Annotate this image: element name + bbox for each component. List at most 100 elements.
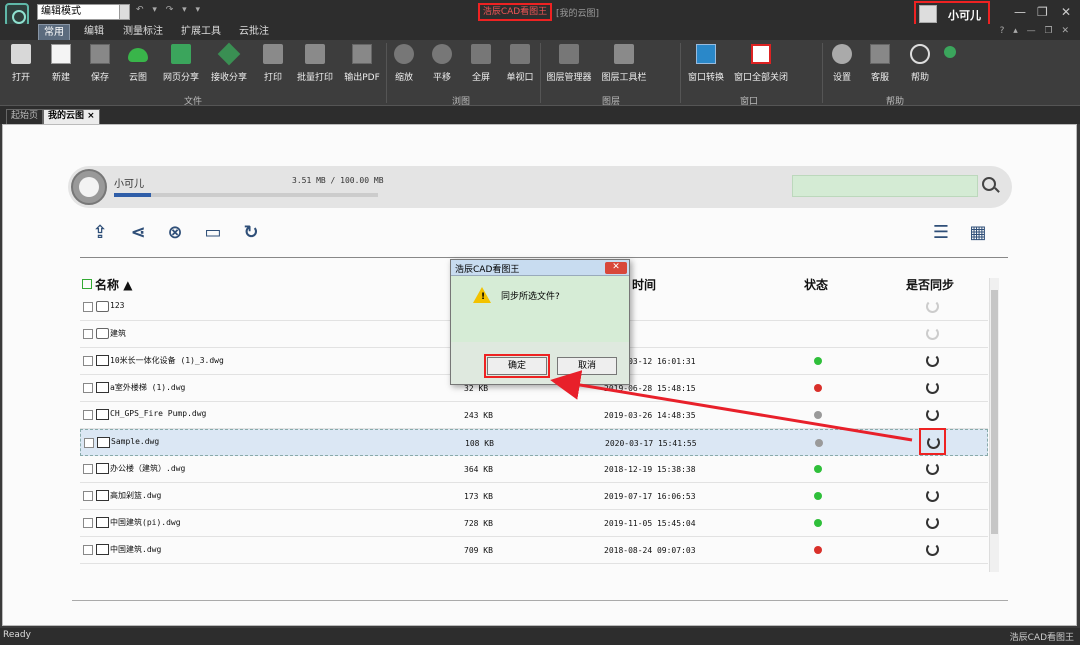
row-checkbox[interactable]: [83, 491, 93, 501]
row-checkbox[interactable]: [84, 438, 94, 448]
table-row[interactable]: 中国建筑.dwg 709 KB 2018-08-24 09:07:03: [80, 537, 988, 564]
file-name[interactable]: 中国建筑(pi).dwg: [110, 517, 181, 528]
table-row[interactable]: 中国建筑(pi).dwg 728 KB 2019-11-05 15:45:04: [80, 510, 988, 537]
settings-button[interactable]: 设置: [828, 44, 856, 83]
row-checkbox[interactable]: [83, 545, 93, 555]
mode-select[interactable]: 编辑模式: [37, 4, 130, 20]
layer-toolbar-button[interactable]: 图层工具栏: [600, 44, 648, 83]
tab-my-cloud[interactable]: 我的云图 ×: [43, 109, 100, 124]
tab-measure[interactable]: 测量标注: [118, 24, 168, 40]
share-icon[interactable]: ⋖: [127, 222, 149, 244]
table-row[interactable]: 高加剁篮.dwg 173 KB 2019-07-17 16:06:53: [80, 483, 988, 510]
restore-button[interactable]: ❐: [1037, 5, 1048, 19]
layer-manager-button[interactable]: 图层管理器: [545, 44, 593, 83]
support-button[interactable]: 客服: [866, 44, 894, 83]
sync-icon[interactable]: [926, 543, 939, 556]
dialog-close-button[interactable]: ✕: [605, 262, 627, 274]
table-row[interactable]: Sample.dwg 108 KB 2020-03-17 15:41:55: [80, 429, 988, 456]
list-view-icon[interactable]: ☰: [930, 222, 952, 244]
sync-icon[interactable]: [926, 462, 939, 475]
upload-icon[interactable]: ⇪: [89, 222, 111, 244]
minimize-button[interactable]: —: [1014, 5, 1026, 19]
print-button[interactable]: 打印: [258, 44, 288, 83]
file-name[interactable]: 建筑: [110, 328, 126, 339]
row-checkbox[interactable]: [83, 518, 93, 528]
select-all-checkbox[interactable]: [82, 279, 92, 289]
file-date: 2018-12-19 15:38:38: [604, 465, 696, 474]
delete-icon[interactable]: ⊗: [164, 222, 186, 244]
row-checkbox[interactable]: [83, 464, 93, 474]
cancel-button[interactable]: 取消: [557, 357, 617, 375]
single-view-button[interactable]: 单视口: [503, 44, 537, 83]
sync-icon[interactable]: [926, 381, 939, 394]
file-name[interactable]: 办公楼（建筑）.dwg: [110, 463, 185, 474]
row-checkbox[interactable]: [83, 410, 93, 420]
header-name[interactable]: 名称 ▲: [95, 276, 132, 293]
close-tab-icon[interactable]: ×: [87, 111, 95, 121]
file-name[interactable]: 高加剁篮.dwg: [110, 490, 161, 501]
tab-common[interactable]: 常用: [38, 24, 70, 40]
new-button[interactable]: 新建: [46, 44, 76, 83]
fullscreen-button[interactable]: 全屏: [467, 44, 495, 83]
cloud-user-name: 小可儿: [114, 179, 144, 190]
tab-extend-tools[interactable]: 扩展工具: [176, 24, 226, 40]
sync-icon[interactable]: [926, 408, 939, 421]
ribbon-extra-icons[interactable]: [944, 46, 956, 58]
viewport-icon: [510, 44, 530, 64]
close-button[interactable]: ✕: [1061, 5, 1071, 19]
sync-icon[interactable]: [926, 354, 939, 367]
file-name[interactable]: 中国建筑.dwg: [110, 544, 161, 555]
file-size: 173 KB: [464, 492, 493, 501]
cloud-button[interactable]: 云图: [123, 44, 153, 83]
row-checkbox[interactable]: [83, 329, 93, 339]
web-share-button[interactable]: 网页分享: [160, 44, 202, 83]
tab-start-page[interactable]: 起始页: [6, 109, 44, 124]
chevron-down-icon[interactable]: [119, 5, 129, 19]
sync-icon[interactable]: [926, 516, 939, 529]
refresh-icon[interactable]: ↻: [240, 222, 262, 244]
window-switch-button[interactable]: 窗口转换: [686, 44, 726, 83]
file-name[interactable]: CH_GPS_Fire Pump.dwg: [110, 409, 206, 418]
zoom-button[interactable]: 缩放: [390, 44, 418, 83]
ribbon-window-controls[interactable]: ? ▴ — ❐ ✕: [1000, 26, 1072, 36]
file-date: 2019-07-17 16:06:53: [604, 492, 696, 501]
sync-highlight-box: [919, 428, 946, 455]
search-icon[interactable]: [982, 177, 996, 191]
batch-print-button[interactable]: 批量打印: [295, 44, 335, 83]
grid-view-icon[interactable]: ▦: [967, 222, 989, 244]
save-button[interactable]: 保存: [85, 44, 115, 83]
ribbon: 打开 新建 保存 云图 网页分享 接收分享 打印 批量打印 输出PDF 文件 缩…: [0, 40, 1080, 107]
file-date: 2019-06-28 15:48:15: [604, 384, 696, 393]
scrollbar[interactable]: [989, 278, 999, 572]
help-button[interactable]: 帮助: [906, 44, 934, 83]
table-row[interactable]: CH_GPS_Fire Pump.dwg 243 KB 2019-03-26 14:…: [80, 402, 988, 429]
file-name[interactable]: 123: [110, 301, 124, 310]
pan-button[interactable]: 平移: [428, 44, 456, 83]
header-divider: [80, 257, 1008, 258]
receive-share-button[interactable]: 接收分享: [208, 42, 250, 83]
row-checkbox[interactable]: [83, 383, 93, 393]
header-status[interactable]: 状态: [804, 276, 828, 293]
header-time[interactable]: 时间: [632, 276, 656, 293]
file-name[interactable]: Sample.dwg: [111, 437, 159, 446]
search-green-icon[interactable]: [944, 46, 956, 58]
file-name[interactable]: 10米长一体化设备 (1)_3.dwg: [110, 355, 224, 366]
tab-cloud-annotate[interactable]: 云批注: [234, 24, 274, 40]
quick-access-icons[interactable]: ↶ ▾ ↷ ▾ ▾: [136, 5, 203, 15]
dialog-body: [451, 276, 629, 342]
file-name[interactable]: a室外楼梯 (1).dwg: [110, 382, 185, 393]
fullscreen-icon: [471, 44, 491, 64]
close-all-windows-button[interactable]: 窗口全部关闭: [732, 44, 790, 83]
search-input[interactable]: [792, 175, 978, 197]
row-checkbox[interactable]: [83, 302, 93, 312]
row-checkbox[interactable]: [83, 356, 93, 366]
tab-edit[interactable]: 编辑: [78, 24, 110, 40]
open-button[interactable]: 打开: [6, 44, 36, 83]
sync-icon[interactable]: [926, 489, 939, 502]
file-date: 2020-03-17 15:41:55: [605, 439, 697, 448]
export-pdf-button[interactable]: 输出PDF: [342, 44, 382, 83]
scrollbar-thumb[interactable]: [991, 290, 998, 534]
new-folder-icon[interactable]: ▭: [202, 222, 224, 244]
table-row[interactable]: 办公楼（建筑）.dwg 364 KB 2018-12-19 15:38:38: [80, 456, 988, 483]
header-sync[interactable]: 是否同步: [906, 276, 954, 293]
